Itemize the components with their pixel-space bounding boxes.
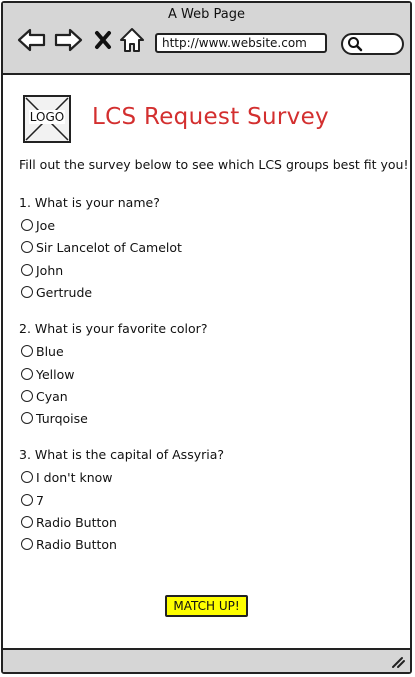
address-bar[interactable]: http://www.website.com (155, 33, 327, 53)
radio-option[interactable]: 7 (21, 491, 44, 509)
question-1: 1. What is your name? (19, 195, 160, 210)
close-x-icon[interactable] (94, 30, 112, 50)
radio-option[interactable]: Yellow (21, 365, 74, 383)
page-title: LCS Request Survey (92, 104, 329, 130)
radio-button[interactable] (21, 494, 33, 506)
radio-option[interactable]: Cyan (21, 387, 68, 405)
radio-label: Blue (36, 343, 64, 359)
radio-button[interactable] (21, 345, 33, 357)
window-title: A Web Page (168, 7, 245, 22)
radio-option[interactable]: Turqoise (21, 409, 88, 427)
question-3: 3. What is the capital of Assyria? (19, 447, 225, 462)
radio-button[interactable] (21, 241, 33, 253)
radio-option[interactable]: Sir Lancelot of Camelot (21, 238, 182, 256)
radio-button[interactable] (21, 471, 33, 483)
radio-option[interactable]: Radio Button (21, 513, 117, 531)
radio-option[interactable]: Gertrude (21, 283, 92, 301)
arrow-left-icon[interactable] (17, 27, 47, 53)
radio-option[interactable]: Blue (21, 342, 64, 360)
radio-option[interactable]: Joe (21, 216, 55, 234)
radio-button[interactable] (21, 412, 33, 424)
radio-label: Turqoise (36, 410, 88, 426)
radio-button[interactable] (21, 390, 33, 402)
radio-option[interactable]: John (21, 261, 63, 279)
radio-label: Joe (36, 217, 56, 233)
radio-button[interactable] (21, 286, 33, 298)
radio-label: Gertrude (36, 284, 93, 300)
radio-button[interactable] (21, 219, 33, 231)
survey-intro: Fill out the survey below to see which L… (19, 157, 409, 172)
match-up-button[interactable]: MATCH UP! (165, 595, 248, 617)
radio-option[interactable]: Radio Button (21, 535, 117, 553)
radio-label: Sir Lancelot of Camelot (36, 239, 182, 255)
radio-label: Radio Button (36, 536, 117, 552)
radio-label: 7 (36, 492, 44, 508)
radio-option[interactable]: I don't know (21, 468, 113, 486)
browser-toolbar: A Web Page http://www.website.com (3, 3, 410, 75)
radio-button[interactable] (21, 368, 33, 380)
radio-button[interactable] (21, 516, 33, 528)
search-field[interactable] (341, 33, 404, 55)
radio-label: Cyan (36, 388, 68, 404)
logo-text: LOGO (28, 110, 66, 124)
logo: LOGO (23, 95, 71, 143)
arrow-right-icon[interactable] (53, 27, 83, 53)
radio-label: John (36, 262, 64, 278)
status-bar (3, 648, 410, 672)
radio-button[interactable] (21, 264, 33, 276)
home-icon[interactable] (119, 27, 145, 53)
question-2: 2. What is your favorite color? (19, 321, 208, 336)
radio-label: Radio Button (36, 514, 117, 530)
radio-label: I don't know (36, 469, 113, 485)
resize-grip-icon[interactable] (390, 655, 406, 669)
browser-window: A Web Page http://www.website.com LOGO L… (1, 1, 412, 674)
radio-button[interactable] (21, 538, 33, 550)
radio-label: Yellow (36, 366, 75, 382)
search-icon (348, 37, 363, 52)
